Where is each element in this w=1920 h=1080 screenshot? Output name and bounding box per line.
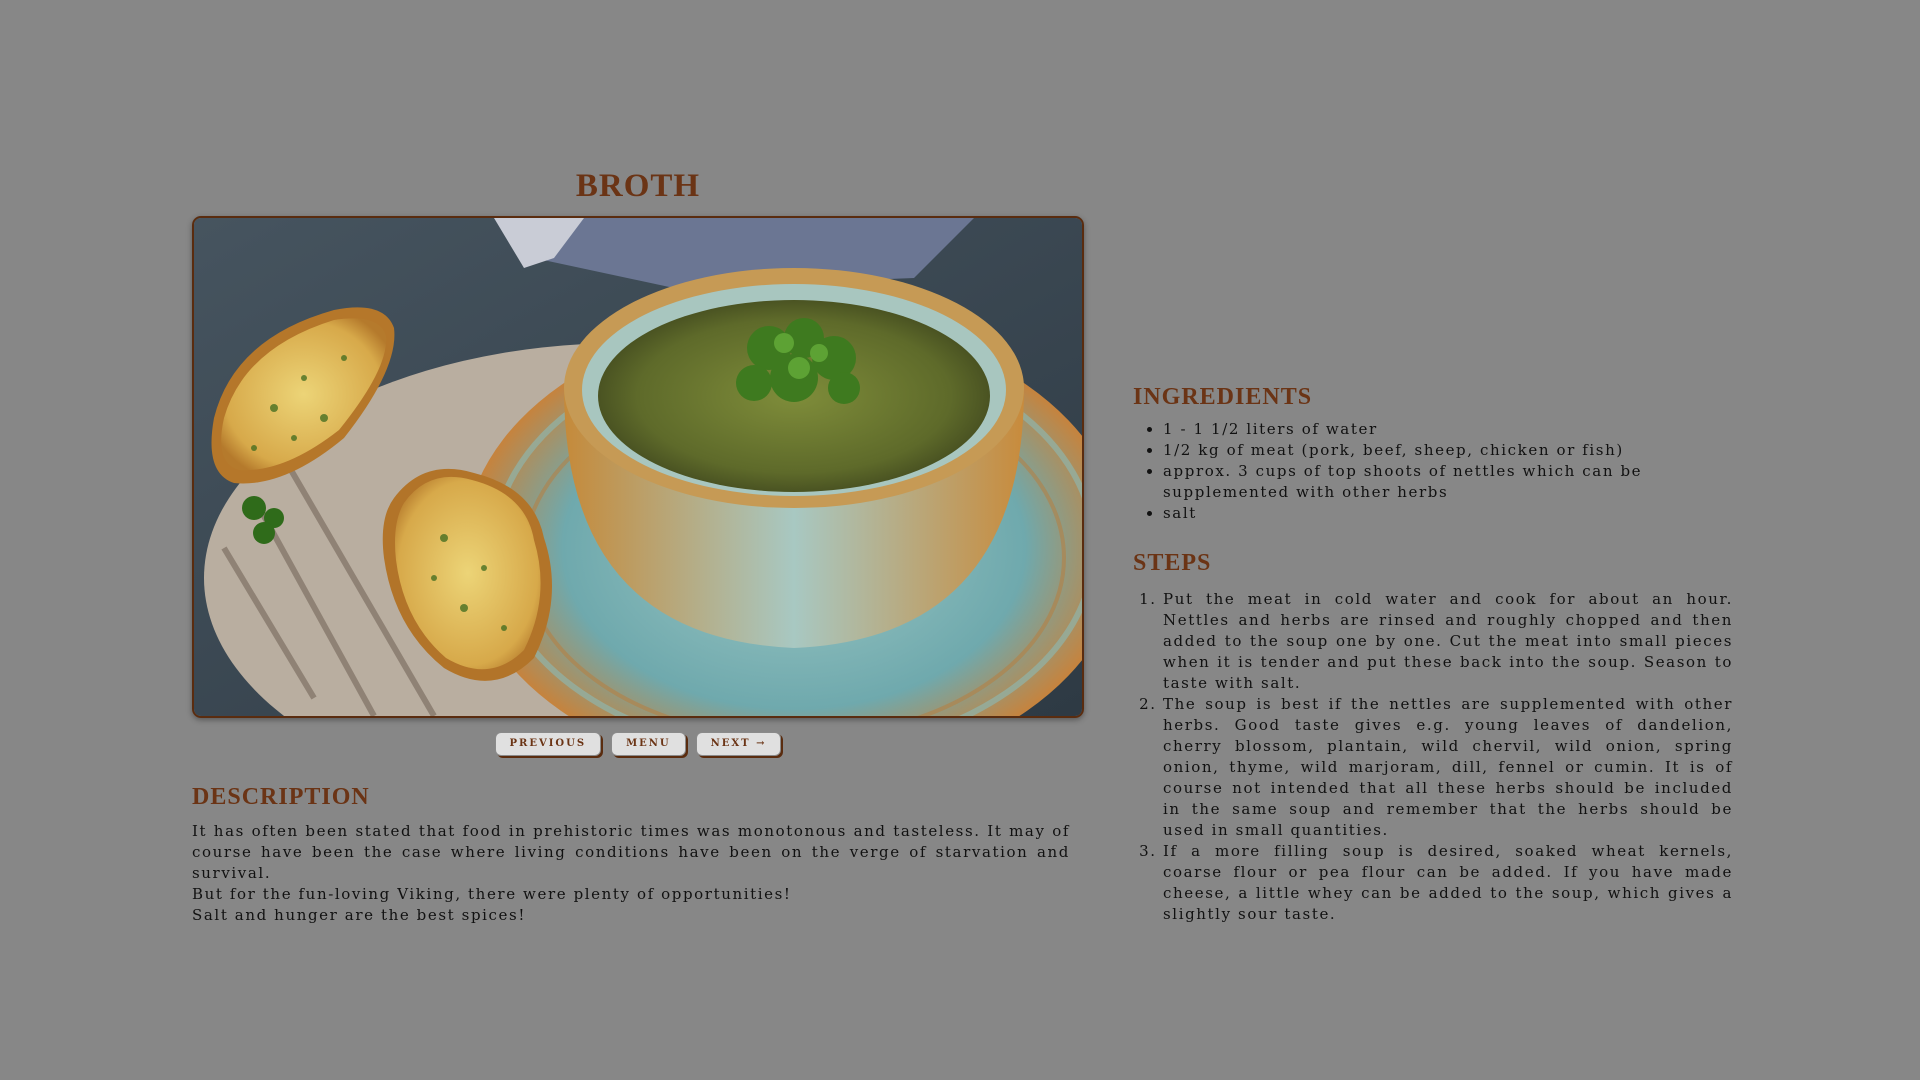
- steps-list: Put the meat in cold water and cook for …: [1133, 589, 1733, 925]
- ingredients-list: 1 - 1 1/2 liters of water 1/2 kg of meat…: [1133, 419, 1683, 524]
- ingredient-item: approx. 3 cups of top shoots of nettles …: [1163, 461, 1683, 503]
- page-title: BROTH: [575, 168, 701, 204]
- next-button[interactable]: NEXT →: [695, 732, 782, 756]
- ingredient-item: 1 - 1 1/2 liters of water: [1163, 419, 1683, 440]
- description-heading: DESCRIPTION: [192, 784, 370, 810]
- step-item: If a more filling soup is desired, soake…: [1163, 841, 1733, 925]
- previous-button[interactable]: PREVIOUS: [494, 732, 602, 756]
- menu-button[interactable]: MENU: [611, 732, 686, 756]
- recipe-right-column: INGREDIENTS 1 - 1 1/2 liters of water 1/…: [1133, 384, 1733, 925]
- description-paragraph: But for the fun-loving Viking, there wer…: [192, 885, 792, 903]
- description-paragraph: It has often been stated that food in pr…: [192, 822, 1070, 882]
- ingredient-item: 1/2 kg of meat (pork, beef, sheep, chick…: [1163, 440, 1683, 461]
- steps-heading: STEPS: [1133, 550, 1212, 576]
- description-text: It has often been stated that food in pr…: [192, 821, 1070, 926]
- soup-photo-illustration: [194, 218, 1082, 716]
- recipe-left-column: BROTH PREVIOUS MENU NEXT → DESCRIPTION I…: [192, 160, 1084, 926]
- ingredient-item: salt: [1163, 503, 1683, 524]
- step-item: The soup is best if the nettles are supp…: [1163, 694, 1733, 841]
- recipe-page: BROTH PREVIOUS MENU NEXT → DESCRIPTION I…: [0, 0, 1920, 1080]
- ingredients-heading: INGREDIENTS: [1133, 384, 1313, 410]
- recipe-photo: [192, 216, 1084, 718]
- recipe-navigation: PREVIOUS MENU NEXT →: [192, 732, 1084, 756]
- description-paragraph: Salt and hunger are the best spices!: [192, 906, 526, 924]
- step-item: Put the meat in cold water and cook for …: [1163, 589, 1733, 694]
